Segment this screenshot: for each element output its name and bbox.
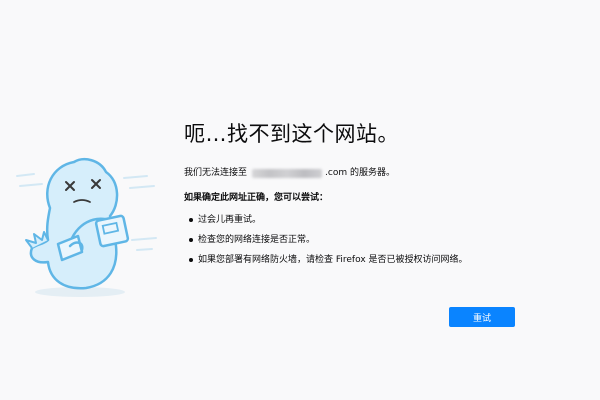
error-content: 呃…找不到这个网站。 我们无法连接至 .com 的服务器。 如果确定此网址正确，您… bbox=[184, 118, 524, 273]
list-item: 检查您的网络连接是否正常。 bbox=[189, 233, 524, 247]
redacted-domain bbox=[252, 168, 323, 178]
sad-dinosaur-illustration bbox=[16, 158, 157, 297]
suggestions-list: 过会儿再重试。 检查您的网络连接是否正常。 如果您部署有网络防火墙，请检查 Fi… bbox=[184, 213, 524, 267]
description-prefix: 我们无法连接至 bbox=[184, 168, 248, 178]
page-title: 呃…找不到这个网站。 bbox=[184, 122, 399, 146]
list-item: 过会儿再重试。 bbox=[189, 213, 524, 227]
list-item: 如果您部署有网络防火墙，请检查 Firefox 是否已被授权访问网络。 bbox=[189, 253, 524, 267]
retry-button[interactable]: 重试 bbox=[449, 307, 515, 327]
suggestions-heading: 如果确定此网址正确，您可以尝试： bbox=[184, 193, 329, 203]
error-description: 我们无法连接至 .com 的服务器。 bbox=[184, 166, 524, 180]
description-domain-suffix: .com 的服务器。 bbox=[325, 168, 395, 178]
